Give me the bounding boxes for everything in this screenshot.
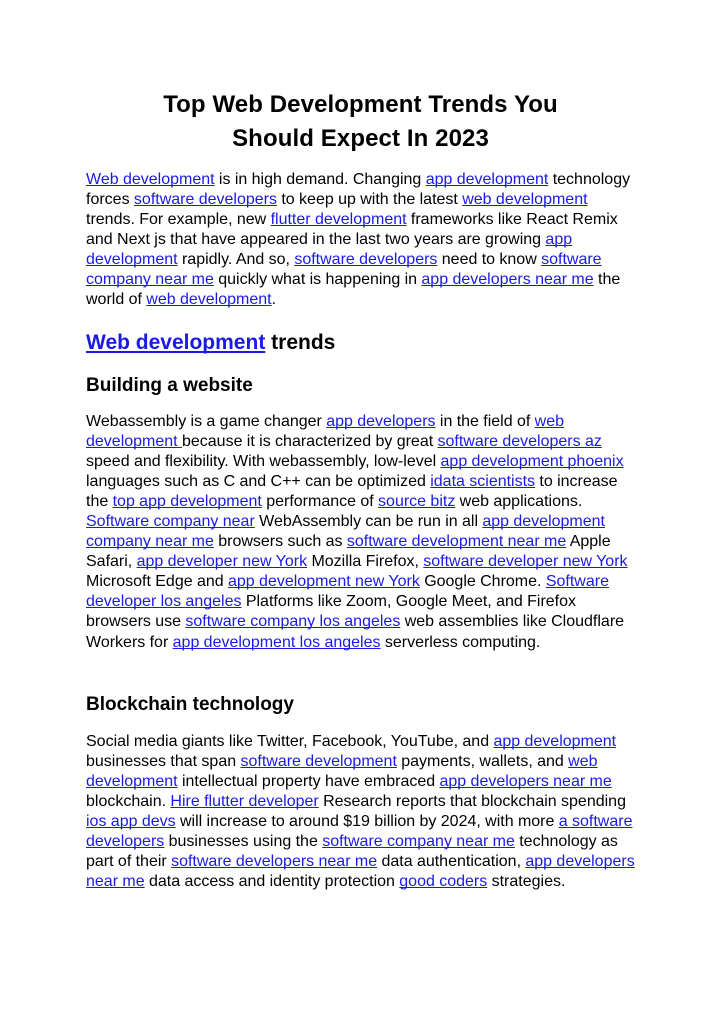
text-run: serverless computing. — [380, 633, 541, 651]
text-run: quickly what is happening in — [213, 271, 422, 289]
text-run: browsers such as — [213, 533, 347, 551]
text-run: is in high demand. Changing — [214, 171, 426, 188]
link-software-development-near-me[interactable]: software development near me — [347, 533, 566, 550]
text-run: Research reports that blockchain spendin… — [318, 793, 626, 811]
text-run: blockchain. — [86, 793, 171, 811]
text-run: in the field of — [435, 413, 535, 430]
document-page: Top Web Development Trends You Should Ex… — [0, 0, 720, 1018]
heading-plain-text: trends — [265, 331, 336, 354]
page-title-line-2: Should Expect In 2023 — [232, 124, 489, 152]
link-software-developers-az[interactable]: software developers az — [438, 433, 602, 450]
link-software-company-near-me-2[interactable]: software company near me — [322, 833, 515, 850]
page-title: Top Web Development Trends You Should Ex… — [86, 88, 635, 155]
link-app-developers-near-me-2[interactable]: app developers near me — [440, 773, 612, 790]
text-run: businesses that span — [86, 753, 241, 771]
text-run: strategies. — [487, 873, 566, 891]
text-run: languages such as C and C++ can be optim… — [86, 473, 431, 491]
text-run: Microsoft Edge and — [86, 573, 228, 591]
text-run: speed and flexibility. With webassembly,… — [86, 453, 441, 471]
link-software-developers-near-me[interactable]: software developers near me — [171, 853, 377, 870]
paragraph-blockchain-technology: Social media giants like Twitter, Facebo… — [86, 732, 635, 892]
text-run: . — [271, 291, 277, 309]
link-software-developer-new-york[interactable]: software developer new York — [423, 553, 627, 570]
link-web-development[interactable]: Web development — [86, 171, 215, 188]
heading-building-a-website: Building a website — [86, 375, 253, 396]
page-title-line-1: Top Web Development Trends You — [163, 91, 558, 118]
text-run: performance of — [261, 493, 379, 511]
link-app-developers-near-me[interactable]: app developers near me — [421, 271, 593, 288]
text-run: data access and identity protection — [144, 873, 400, 891]
link-source-bitz[interactable]: source bitz — [378, 493, 455, 510]
text-run: Mozilla Firefox, — [307, 553, 424, 571]
link-web-development-heading[interactable]: Web development — [86, 331, 265, 354]
text-run: WebAssembly can be run in all — [254, 513, 483, 531]
link-idata-scientists[interactable]: idata scientists — [430, 473, 535, 490]
text-run: trends. For example, new — [86, 211, 271, 229]
link-web-development-2[interactable]: web development — [462, 191, 587, 208]
text-run: Google Chrome. — [419, 573, 546, 591]
text-run: need to know — [437, 251, 542, 269]
text-run: Social media giants like Twitter, Facebo… — [86, 733, 494, 750]
text-run: Webassembly is a game changer — [86, 413, 327, 430]
link-app-development-los-angeles[interactable]: app development los angeles — [173, 634, 381, 651]
text-run: businesses using the — [164, 833, 323, 851]
heading-web-development-trends: Web development trends — [86, 331, 635, 355]
link-app-development-phoenix[interactable]: app development phoenix — [441, 453, 624, 470]
link-hire-flutter-developer[interactable]: Hire flutter developer — [170, 793, 318, 810]
link-flutter-development[interactable]: flutter development — [271, 211, 407, 228]
paragraph-intro: Web development is in high demand. Chang… — [86, 170, 635, 310]
text-run: payments, wallets, and — [396, 753, 569, 771]
link-software-company-los-angeles[interactable]: software company los angeles — [185, 613, 400, 630]
text-run: intellectual property have embraced — [177, 773, 440, 791]
text-run: because it is characterized by great — [181, 433, 438, 451]
link-software-company-near[interactable]: Software company near — [86, 513, 255, 530]
link-app-development-3[interactable]: app development — [493, 733, 616, 750]
paragraph-building-a-website: Webassembly is a game changer app develo… — [86, 412, 635, 653]
link-app-developer-new-york[interactable]: app developer new York — [137, 553, 308, 570]
text-run: data authentication, — [377, 853, 526, 871]
text-run: will increase to around $19 billion by 2… — [175, 813, 559, 831]
link-software-development[interactable]: software development — [240, 753, 396, 770]
text-run: web applications. — [455, 493, 583, 511]
text-run: to keep up with the latest — [277, 191, 463, 209]
link-top-app-development[interactable]: top app development — [113, 493, 262, 510]
heading-blockchain-technology: Blockchain technology — [86, 694, 294, 715]
link-app-development-new-york[interactable]: app development new York — [228, 573, 420, 590]
link-software-developers-2[interactable]: software developers — [294, 251, 437, 268]
link-app-development[interactable]: app development — [426, 171, 549, 188]
link-ios-app-devs[interactable]: ios app devs — [86, 813, 176, 830]
link-app-developers[interactable]: app developers — [326, 413, 435, 430]
text-run: rapidly. And so, — [177, 251, 295, 269]
link-web-development-3[interactable]: web development — [146, 291, 271, 308]
link-software-developers[interactable]: software developers — [134, 191, 277, 208]
link-good-coders[interactable]: good coders — [399, 873, 487, 890]
